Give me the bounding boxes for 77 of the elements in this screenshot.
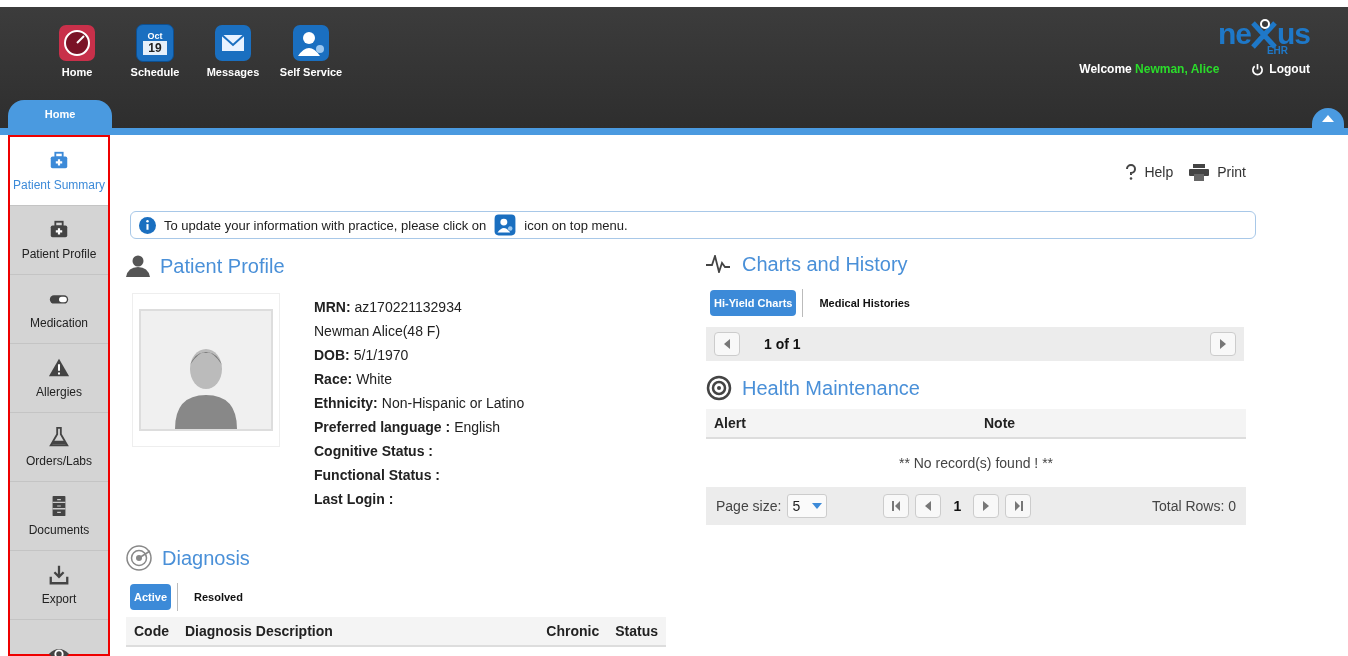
previous-button[interactable] — [714, 332, 740, 356]
column-header: Alert — [713, 415, 747, 431]
sidebar-item[interactable]: Patient Profile — [10, 206, 108, 275]
empty-message: ** No record(s) found ! ** — [898, 455, 1054, 471]
first-page-button[interactable] — [883, 494, 910, 518]
nav-button[interactable]: Messages — [194, 24, 272, 78]
page-size-label: Page size: — [716, 498, 782, 514]
caret-icon — [812, 503, 823, 509]
section-title: Diagnosis — [162, 546, 250, 570]
profile-field: Last Login : — [314, 490, 525, 509]
person-icon — [126, 255, 150, 277]
help-icon — [1126, 164, 1137, 180]
download-icon — [48, 564, 70, 586]
column-header: Code — [133, 623, 170, 639]
sidebar-item[interactable]: Patient Summary — [10, 137, 108, 206]
column-header: Status — [614, 623, 659, 639]
caret-icon — [1219, 339, 1227, 349]
sidebar-item[interactable]: Medication — [10, 275, 108, 344]
tab[interactable]: Resolved — [184, 584, 253, 610]
section-title: Patient Profile — [160, 254, 285, 278]
column-header: Diagnosis Description — [184, 623, 334, 639]
caret-icon — [924, 501, 933, 511]
profile-field: Functional Status : — [314, 466, 525, 485]
last-page-icon — [1013, 501, 1023, 511]
column-header: Chronic — [545, 623, 601, 639]
nav-button[interactable]: Home — [38, 24, 116, 78]
nav-button[interactable]: Self Service — [272, 24, 350, 78]
section-title: Health Maintenance — [742, 376, 920, 400]
previous-button[interactable] — [915, 494, 942, 518]
last-page-button[interactable] — [1005, 494, 1032, 518]
power-icon — [1251, 62, 1265, 76]
caret-icon — [723, 339, 731, 349]
page-number: 1 — [953, 498, 962, 514]
user-gear-icon — [292, 24, 330, 62]
profile-field: DOB: 5/1/1970 — [314, 346, 525, 365]
target-icon — [706, 375, 732, 401]
profile-field: Cognitive Status : — [314, 442, 525, 461]
column-header: Note — [983, 415, 1017, 431]
warning-icon — [48, 357, 70, 379]
tab[interactable]: Hi-Yield Charts — [710, 290, 797, 316]
flask-icon — [48, 426, 70, 448]
total-rows: Total Rows: 0 — [1151, 498, 1236, 514]
welcome-text: Welcome Newman, Alice — [1079, 62, 1220, 76]
profile-field: Race: White — [314, 370, 525, 389]
info-icon — [139, 216, 156, 234]
gauge-icon — [58, 24, 96, 62]
next-button[interactable] — [1210, 332, 1236, 356]
info-text: icon on top menu. — [524, 217, 628, 233]
radar-icon — [126, 545, 152, 571]
tab[interactable]: Medical Histories — [809, 290, 920, 316]
sidebar-item[interactable]: Orders/Labs — [10, 413, 108, 482]
section-title: Charts and History — [742, 252, 908, 276]
profile-field: MRN: az170221132934 — [314, 298, 525, 317]
sidebar-item[interactable]: Export — [10, 551, 108, 620]
collapse-button[interactable] — [1312, 108, 1344, 128]
profile-field: Preferred language : English — [314, 418, 525, 437]
profile-field: Newman Alice(48 F) — [314, 322, 525, 341]
help-button[interactable]: Help — [1126, 159, 1174, 185]
profile-field: Ethnicity: Non-Hispanic or Latino — [314, 394, 525, 413]
caret-icon — [982, 501, 991, 511]
caret-icon — [1322, 114, 1334, 122]
pulse-icon — [706, 255, 732, 273]
sidebar-item[interactable]: Documents — [10, 482, 108, 551]
nav-button[interactable]: Oct 19 Schedule — [116, 24, 194, 78]
info-text: To update your information with practice, please click on — [164, 217, 487, 233]
page-size-select[interactable]: 5 — [787, 494, 828, 518]
print-button[interactable]: Print — [1189, 159, 1246, 185]
calendar-icon: Oct 19 — [136, 24, 174, 62]
envelope-icon — [214, 24, 252, 62]
next-button[interactable] — [973, 494, 1000, 518]
printer-icon — [1189, 163, 1210, 181]
tab[interactable]: Active — [130, 584, 172, 610]
sidebar-item[interactable]: Allergies — [10, 344, 108, 413]
first-page-icon — [891, 501, 901, 511]
user-gear-icon — [494, 214, 517, 236]
page-indicator: 1 of 1 — [764, 336, 801, 352]
logout-button[interactable]: Logout — [1251, 62, 1310, 76]
